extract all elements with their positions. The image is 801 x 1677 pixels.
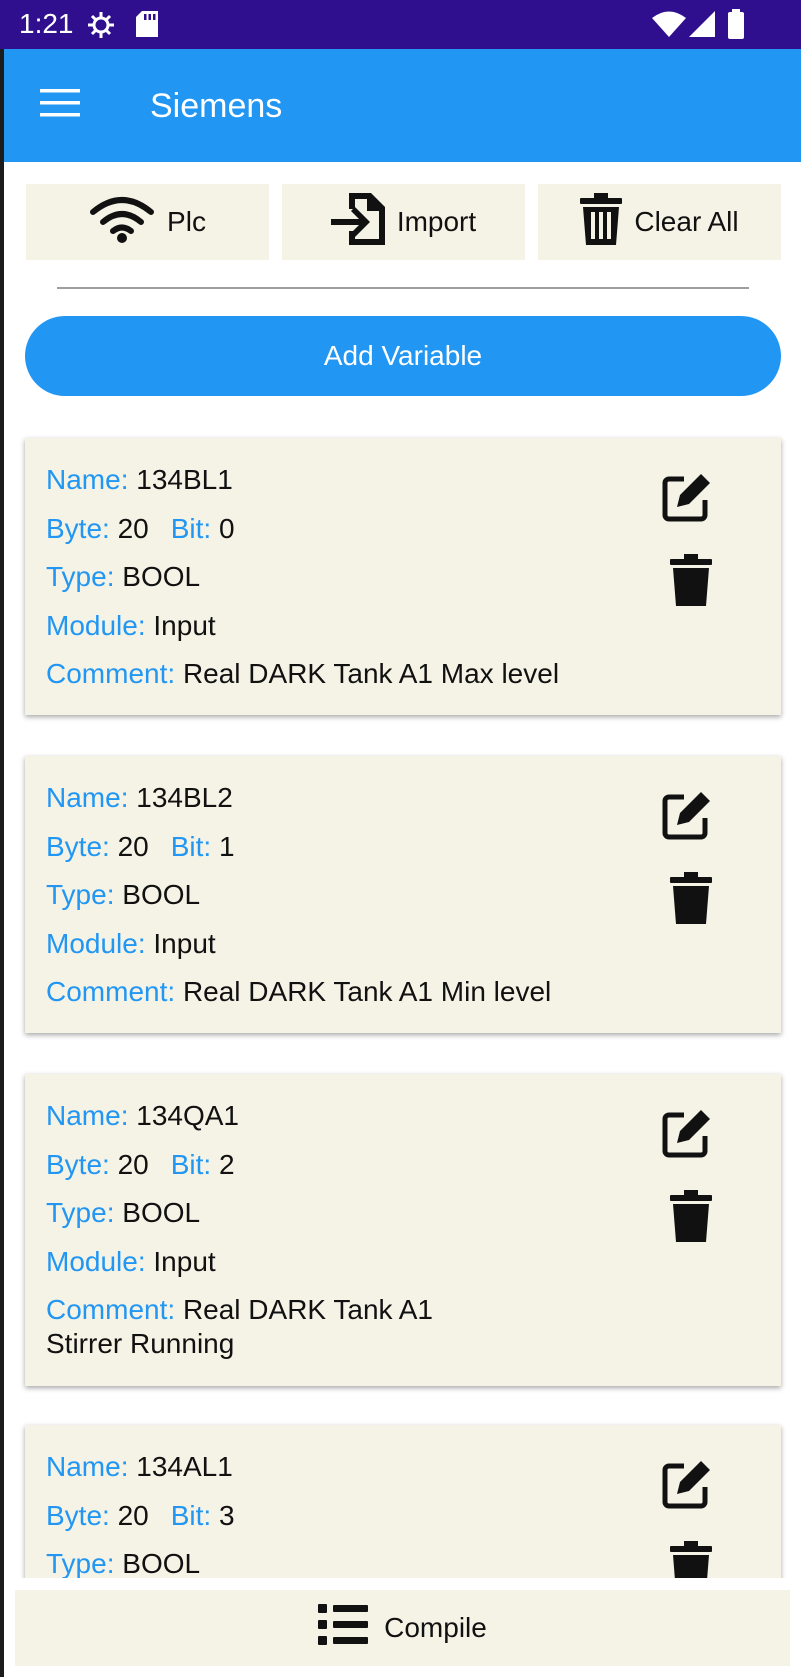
type-label: Type: — [46, 1548, 115, 1578]
name-label: Name: — [46, 464, 129, 495]
variable-card: Name: 134BL1 Byte: 20 Bit: 0 Type: BOOL M… — [25, 438, 781, 715]
variable-address-row: Byte: 20 Bit: 1 — [46, 830, 235, 864]
wifi-icon — [89, 195, 155, 250]
byte-label: Byte: — [46, 831, 110, 862]
variable-type: BOOL — [122, 561, 201, 592]
edit-icon[interactable] — [660, 790, 712, 847]
name-label: Name: — [46, 1100, 129, 1131]
bit-label: Bit: — [170, 1500, 212, 1531]
divider — [57, 287, 749, 289]
variable-type: BOOL — [122, 1548, 201, 1578]
variable-byte: 20 — [117, 1149, 149, 1180]
byte-label: Byte: — [46, 1500, 110, 1531]
variable-card: Name: 134QA1 Byte: 20 Bit: 2 Type: BOOL M… — [25, 1074, 781, 1386]
type-label: Type: — [46, 561, 115, 592]
variable-module: Input — [153, 928, 216, 959]
compile-button[interactable]: Compile — [15, 1590, 790, 1666]
variable-type: BOOL — [122, 879, 201, 910]
bit-label: Bit: — [170, 513, 212, 544]
comment-label: Comment: — [46, 658, 176, 689]
import-button-label: Import — [396, 206, 477, 237]
delete-icon[interactable] — [670, 1541, 712, 1578]
delete-icon[interactable] — [670, 554, 712, 611]
bit-label: Bit: — [170, 1149, 212, 1180]
comment-label: Comment: — [46, 976, 176, 1007]
variable-byte: 20 — [117, 1500, 149, 1531]
list-icon — [318, 1603, 369, 1653]
module-label: Module: — [46, 928, 146, 959]
import-button[interactable]: Import — [282, 184, 525, 260]
edit-icon[interactable] — [660, 1459, 712, 1516]
edit-icon[interactable] — [660, 1108, 712, 1165]
module-label: Module: — [46, 610, 146, 641]
variable-module-row: Module: Input — [46, 1245, 216, 1279]
variable-comment-row: Comment: Real DARK Tank A1 Stirrer Runni… — [46, 1293, 516, 1361]
bit-label: Bit: — [170, 831, 212, 862]
variable-bit: 2 — [219, 1149, 235, 1180]
compile-button-label: Compile — [384, 1612, 487, 1643]
variable-module: Input — [153, 1246, 216, 1277]
variable-card: Name: 134BL2 Byte: 20 Bit: 1 Type: BOOL M… — [25, 756, 781, 1033]
plc-button[interactable]: Plc — [26, 184, 269, 260]
trash-icon — [580, 192, 623, 252]
byte-label: Byte: — [46, 513, 110, 544]
variable-name-row: Name: 134BL1 — [46, 463, 233, 497]
delete-icon[interactable] — [670, 872, 712, 929]
add-variable-button[interactable]: Add Variable — [25, 316, 781, 396]
file-import-icon — [330, 192, 385, 252]
variable-comment-row: Comment: Real DARK Tank A1 Min level — [46, 975, 551, 1009]
delete-icon[interactable] — [670, 1190, 712, 1247]
variable-type-row: Type: BOOL — [46, 878, 200, 912]
variable-module-row: Module: Input — [46, 927, 216, 961]
type-label: Type: — [46, 1197, 115, 1228]
type-label: Type: — [46, 879, 115, 910]
name-label: Name: — [46, 782, 129, 813]
module-label: Module: — [46, 1246, 146, 1277]
variable-list[interactable]: Plc Import Clear All Add Variable Name: … — [0, 0, 801, 1578]
variable-name: 134BL2 — [136, 782, 233, 813]
variable-type-row: Type: BOOL — [46, 1547, 200, 1578]
variable-address-row: Byte: 20 Bit: 0 — [46, 512, 235, 546]
variable-card: Name: 134AL1 Byte: 20 Bit: 3 Type: BOOL — [25, 1425, 781, 1578]
variable-comment: Real DARK Tank A1 Min level — [182, 976, 552, 1007]
variable-type: BOOL — [122, 1197, 201, 1228]
plc-button-label: Plc — [167, 206, 206, 237]
byte-label: Byte: — [46, 1149, 110, 1180]
variable-comment-row: Comment: Real DARK Tank A1 Max level — [46, 657, 559, 691]
variable-bit: 1 — [219, 831, 235, 862]
variable-type-row: Type: BOOL — [46, 560, 200, 594]
clear-all-button-label: Clear All — [634, 206, 739, 237]
variable-module: Input — [153, 610, 216, 641]
variable-byte: 20 — [117, 831, 149, 862]
variable-module-row: Module: Input — [46, 609, 216, 643]
name-label: Name: — [46, 1451, 129, 1482]
clear-all-button[interactable]: Clear All — [538, 184, 781, 260]
variable-name-row: Name: 134BL2 — [46, 781, 233, 815]
variable-comment: Real DARK Tank A1 Max level — [182, 658, 560, 689]
variable-name-row: Name: 134QA1 — [46, 1099, 239, 1133]
variable-name: 134QA1 — [136, 1100, 239, 1131]
variable-bit: 3 — [219, 1500, 235, 1531]
variable-byte: 20 — [117, 513, 149, 544]
variable-address-row: Byte: 20 Bit: 2 — [46, 1148, 235, 1182]
variable-address-row: Byte: 20 Bit: 3 — [46, 1499, 235, 1533]
variable-bit: 0 — [219, 513, 235, 544]
variable-name: 134BL1 — [136, 464, 233, 495]
add-variable-label: Add Variable — [323, 340, 483, 371]
comment-label: Comment: — [46, 1294, 176, 1325]
variable-name: 134AL1 — [136, 1451, 233, 1482]
edit-icon[interactable] — [660, 472, 712, 529]
variable-name-row: Name: 134AL1 — [46, 1450, 233, 1484]
variable-type-row: Type: BOOL — [46, 1196, 200, 1230]
